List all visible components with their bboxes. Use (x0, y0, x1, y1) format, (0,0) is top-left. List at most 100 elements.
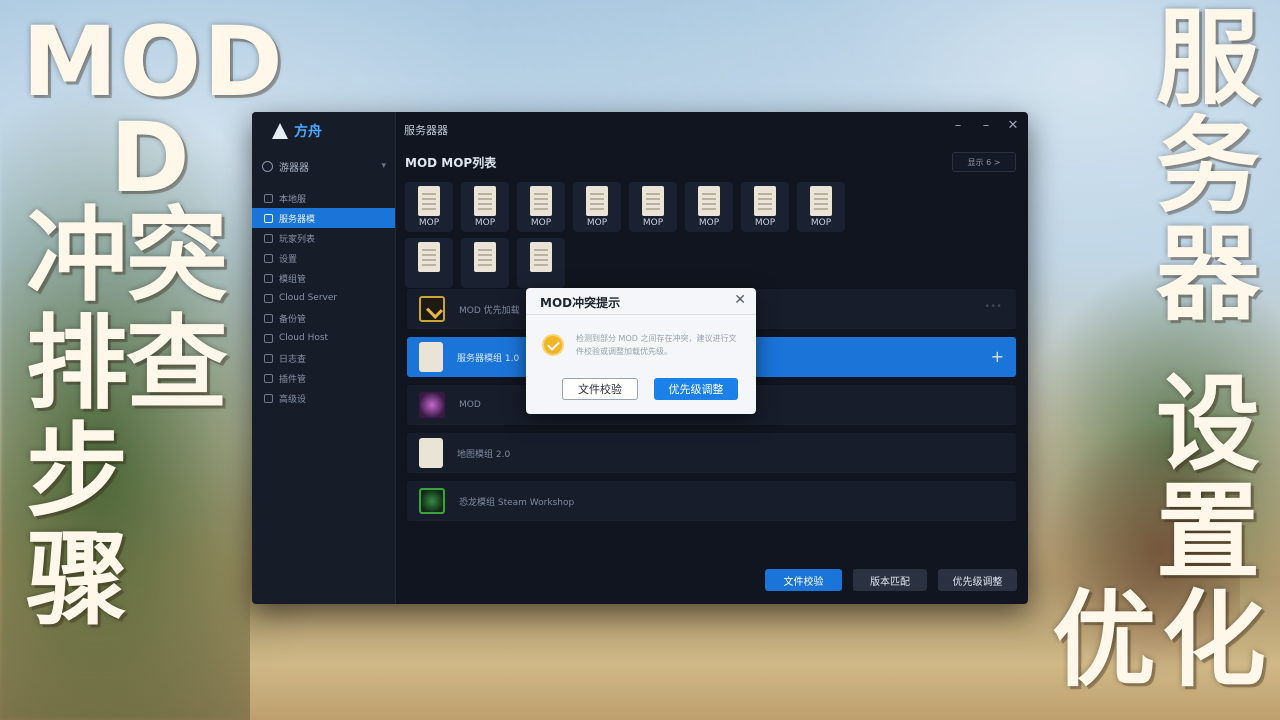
sidebar-item-settings[interactable]: 设置 (252, 248, 395, 268)
document-icon (474, 242, 496, 272)
plus-icon[interactable]: + (991, 347, 1004, 366)
overlay-char: 置 (1155, 471, 1260, 593)
document-icon (474, 186, 496, 216)
mod-row-name: 恐龙模组 Steam Workshop (459, 497, 575, 508)
mod-tile[interactable] (517, 238, 565, 288)
sidebar-item-label: Cloud Host (279, 333, 329, 343)
sidebar-item-cloud-server[interactable]: Cloud Server (252, 288, 395, 308)
mod-list-title: MOD MOP列表 (405, 156, 497, 170)
mod-tile[interactable] (461, 238, 509, 288)
conflict-dialog: MOD冲突提示 ✕ 检测到部分 MOD 之间存在冲突，建议进行文件校验或调整加载… (526, 288, 756, 414)
mod-tile[interactable]: MOP (685, 182, 733, 232)
sidebar-item-backup[interactable]: 备份管 (252, 308, 395, 328)
mod-tile-label: MOP (754, 218, 776, 228)
sidebar-item-plugins[interactable]: 插件管 (252, 368, 395, 388)
sidebar-nav: 本地服 服务器模 玩家列表 设置 模组管 Cloud Server 备份管 Cl… (252, 188, 395, 408)
sidebar-item-logs[interactable]: 日志查 (252, 348, 395, 368)
mod-tile[interactable]: MOP (741, 182, 789, 232)
close-icon[interactable]: ✕ (734, 292, 746, 308)
document-icon (530, 242, 552, 272)
sidebar-item-label: 日志查 (279, 354, 307, 365)
mod-tile-label: MOP (810, 218, 832, 228)
plugin-icon (264, 373, 273, 383)
sidebar-item-mod-manager[interactable]: 模组管 (252, 268, 395, 288)
minimize-icon[interactable]: – (950, 118, 966, 133)
overlay-char: 排 (26, 305, 128, 424)
document-icon (810, 186, 832, 216)
sidebar-item-cloud-host[interactable]: Cloud Host (252, 328, 395, 348)
sidebar-item-label: 本地服 (279, 194, 307, 205)
document-icon (642, 186, 664, 216)
sidebar-item-advanced[interactable]: 高级设 (252, 388, 395, 408)
sidebar-item-label: 玩家列表 (279, 234, 316, 245)
priority-adjust-button[interactable]: 优先级调整 (938, 569, 1017, 591)
mod-list-pager[interactable]: 显示 6 > (952, 152, 1016, 172)
mod-tile-label: MOP (474, 218, 496, 228)
sidebar-item-server-mods[interactable]: 服务器模 (252, 208, 395, 228)
backup-icon (264, 313, 273, 323)
document-icon (586, 186, 608, 216)
overlay-char: 器 (1155, 213, 1260, 335)
mod-thumbnail-icon (419, 296, 445, 322)
mod-row-name: 地图模组 2.0 (457, 449, 511, 460)
mod-row-name: MOD 优先加载 (459, 305, 520, 316)
sidebar-item-label: 高级设 (279, 394, 307, 405)
advanced-icon (264, 393, 273, 403)
sidebar-item-label: Cloud Server (279, 293, 338, 303)
close-icon[interactable]: ✕ (1005, 118, 1021, 133)
mod-row-name: 服务器模组 1.0 (457, 353, 520, 364)
gear-icon (264, 253, 273, 263)
overlay-char: 查 (126, 305, 228, 424)
sidebar-item-players[interactable]: 玩家列表 (252, 228, 395, 248)
mod-tile[interactable]: MOP (517, 182, 565, 232)
logo-icon (270, 121, 290, 141)
mod-tile[interactable]: MOP (461, 182, 509, 232)
dialog-title: MOD冲突提示 (540, 296, 621, 310)
file-verify-button[interactable]: 文件校验 (765, 569, 842, 591)
sidebar-item-label: 备份管 (279, 314, 307, 325)
overlay-left-column1: 冲 排 步 骤 (22, 206, 132, 638)
overlay-char: 突 (126, 197, 228, 316)
sidebar-header-label: 游器器 (279, 162, 309, 174)
version-match-button[interactable]: 版本匹配 (853, 569, 927, 591)
mod-tile-label: MOP (586, 218, 608, 228)
app-logo: 方舟 (270, 120, 322, 142)
sidebar-item-local-server[interactable]: 本地服 (252, 188, 395, 208)
overlay-right-column2: 设 置 (1148, 372, 1268, 588)
mod-tile-label: MOP (698, 218, 720, 228)
mod-tile[interactable]: MOP (797, 182, 845, 232)
players-icon (264, 233, 273, 243)
mod-tile-label: MOP (642, 218, 664, 228)
mod-tile[interactable] (405, 238, 453, 288)
mods-icon (264, 213, 273, 223)
dialog-divider (526, 314, 756, 315)
package-icon (264, 273, 273, 283)
more-icon[interactable]: ••• (984, 301, 1002, 312)
check-circle-icon (542, 334, 564, 356)
server-icon (264, 193, 273, 203)
sidebar-header[interactable]: 游器器 ▾ (262, 156, 386, 176)
overlay-char: 务 (1155, 105, 1260, 227)
mod-tile[interactable]: MOP (629, 182, 677, 232)
overlay-char: 步 (26, 413, 128, 532)
sidebar-item-label: 设置 (279, 254, 298, 265)
overlay-mod-line1: MOD (22, 6, 285, 118)
mod-tile[interactable]: MOP (405, 182, 453, 232)
logo-text: 方舟 (294, 124, 322, 140)
dialog-file-verify-button[interactable]: 文件校验 (562, 378, 638, 400)
chevron-down-icon: ▾ (381, 161, 386, 171)
mod-tile-label: MOP (530, 218, 552, 228)
mod-row[interactable]: 恐龙模组 Steam Workshop (407, 481, 1016, 521)
overlay-char: 设 (1155, 363, 1260, 485)
maximize-icon[interactable]: – (978, 118, 994, 133)
sidebar-item-label: 服务器模 (279, 214, 316, 225)
overlay-mod-line2: D (110, 102, 190, 214)
mod-row[interactable]: 地图模组 2.0 (407, 433, 1016, 473)
document-icon (418, 186, 440, 216)
document-icon (530, 186, 552, 216)
document-icon (419, 342, 443, 372)
mod-tile[interactable]: MOP (573, 182, 621, 232)
dialog-priority-button[interactable]: 优先级调整 (654, 378, 738, 400)
dinosaur-icon (419, 488, 445, 514)
overlay-right-bottom: 优化 (1052, 579, 1273, 701)
